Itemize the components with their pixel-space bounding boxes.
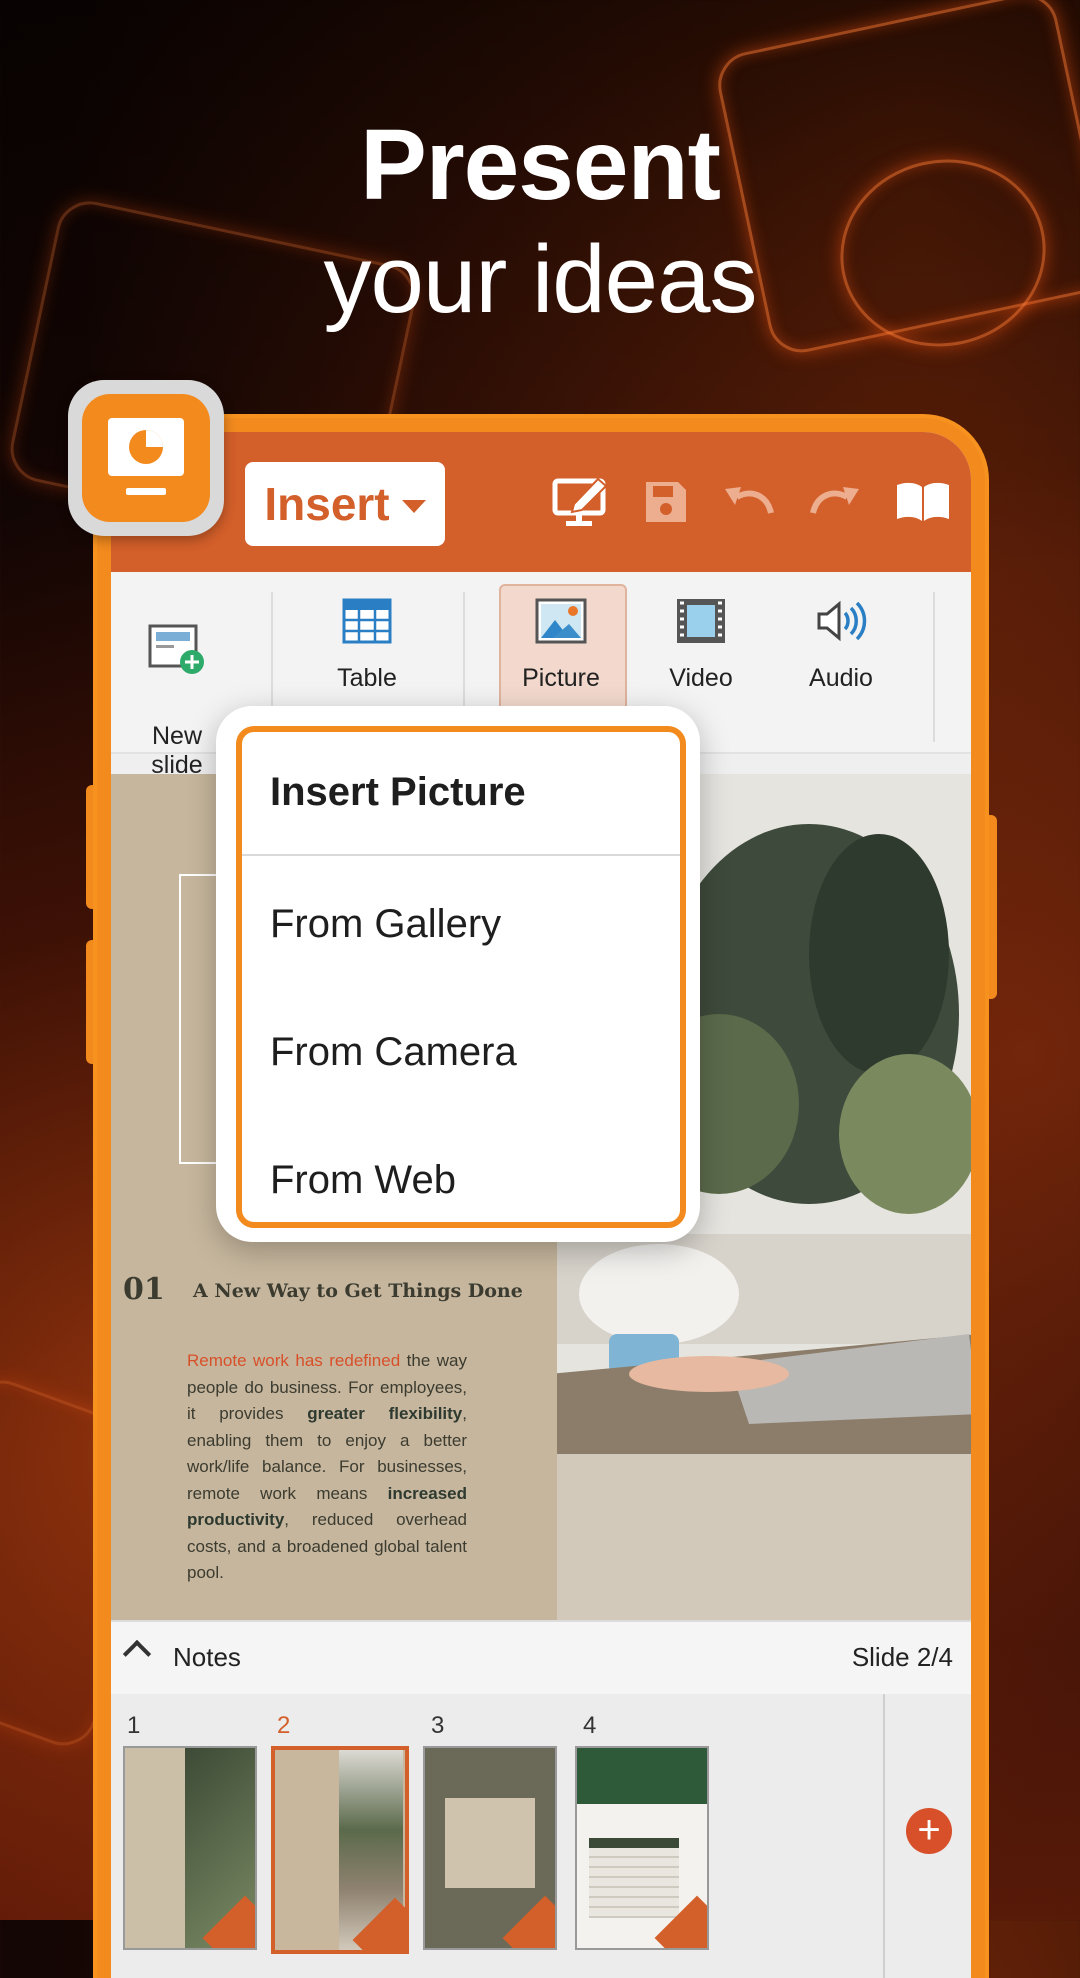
from-camera-option[interactable]: From Camera [270,1030,517,1075]
from-web-option[interactable]: From Web [270,1158,456,1203]
thumbnail-number: 2 [277,1712,291,1739]
table-icon [307,586,427,656]
notes-toggle[interactable]: Notes [173,1642,241,1673]
thumbnail-number: 4 [583,1712,597,1739]
insert-menu-button[interactable]: Insert [245,462,445,546]
phone-side-button [983,815,997,999]
video-label: Video [669,664,733,692]
save-icon[interactable] [641,472,691,532]
slide-thumbnail-3[interactable] [423,1746,557,1950]
chevron-down-icon [401,499,426,513]
app-logo [82,394,210,522]
slide-counter: Slide 2/4 [851,1642,953,1672]
book-icon[interactable] [895,472,951,532]
slide-body-text: Remote work has redefined the way people… [187,1348,467,1587]
audio-icon [781,586,901,656]
thumbnail-number: 1 [127,1712,141,1739]
thumbnail-table [589,1838,679,1918]
picture-label: Picture [522,664,600,692]
video-icon [641,586,761,656]
popup-divider [242,854,680,856]
slide-body-highlight: Remote work has redefined [187,1351,401,1370]
insert-picture-popup: Insert Picture From Gallery From Camera … [236,726,686,1228]
audio-button[interactable]: Audio [781,586,901,693]
slide-thumbnail-4[interactable] [575,1746,709,1950]
slide-section-number: 01 [123,1272,165,1307]
thumbnail-corner [502,1895,555,1948]
slide-body-bold: greater flexibility [307,1404,463,1423]
video-button[interactable]: Video [641,586,761,693]
picture-button[interactable]: Picture [501,586,621,693]
slide-thumbnail-1[interactable] [123,1746,257,1950]
slide-section-title: A New Way to Get Things Done [193,1280,523,1302]
slide-thumbnails: 1 2 3 4 + [111,1694,971,1978]
app-toolbar: Insert [111,432,971,572]
ribbon-divider [933,592,935,742]
insert-menu-label: Insert [264,478,390,530]
redo-icon[interactable] [807,472,863,532]
thumbnail-header [577,1748,707,1804]
notes-bar: Notes Slide 2/4 [111,1620,971,1696]
popup-title: Insert Picture [270,770,526,814]
from-gallery-option[interactable]: From Gallery [270,902,501,947]
table-button[interactable]: Table [307,586,427,693]
thumbnail-number: 3 [431,1712,445,1739]
new-slide-icon [117,615,237,685]
audio-label: Audio [809,664,873,692]
new-slide-label: New slide [151,722,203,779]
chevron-up-icon[interactable] [122,1639,152,1669]
headline-title: Present [360,109,721,221]
undo-icon[interactable] [721,472,777,532]
thumbnail-paper [445,1798,535,1888]
slide-thumbnail-2[interactable] [271,1746,409,1954]
headline-subtitle: your ideas [323,226,758,333]
table-label: Table [337,664,397,692]
pen-monitor-icon[interactable] [551,472,611,532]
picture-icon [501,586,621,656]
thumbnails-divider [883,1694,885,1978]
presentation-icon [108,418,184,495]
add-slide-button[interactable]: + [906,1808,952,1854]
